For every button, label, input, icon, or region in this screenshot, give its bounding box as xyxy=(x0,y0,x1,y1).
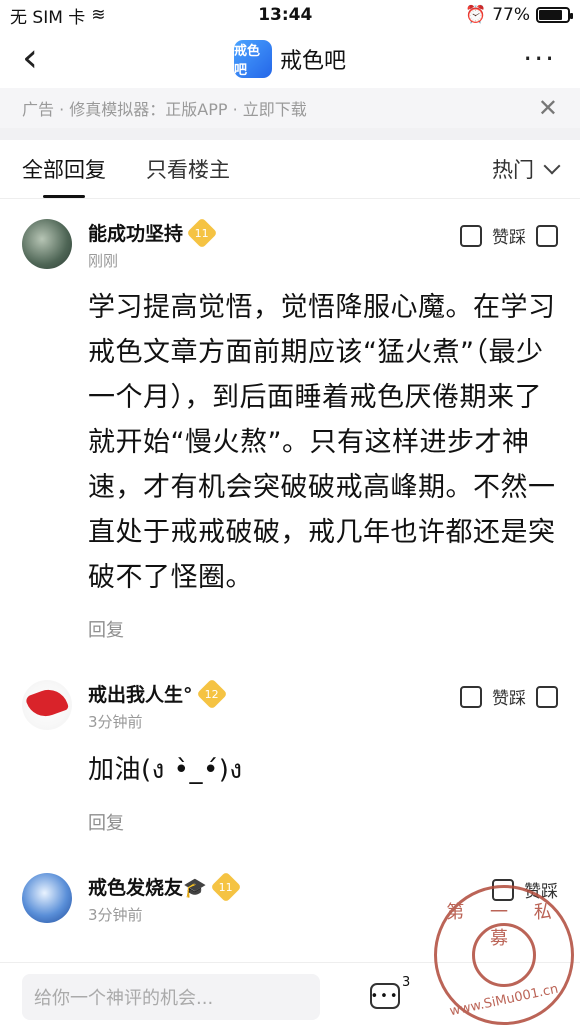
back-icon[interactable]: ‹ xyxy=(22,38,38,78)
level-badge: 11 xyxy=(210,870,242,903)
thumbs-down-icon[interactable] xyxy=(536,685,558,708)
reply-button[interactable]: 回复 xyxy=(88,616,558,642)
comment-icon[interactable]: ••• xyxy=(370,983,400,1009)
ad-banner[interactable]: 广告 · 修真模拟器：正版APP · 立即下载 ✕ xyxy=(0,88,580,128)
battery-icon xyxy=(536,7,573,23)
reply-item: 能成功坚持 11 刚刚 赞踩 学习提高觉悟，觉悟降服心魔。在学习戒色文章方面前期… xyxy=(0,199,580,642)
author-name[interactable]: 戒色发烧友🎓 xyxy=(88,873,207,900)
more-icon[interactable]: ··· xyxy=(523,42,556,75)
author-name[interactable]: 能成功坚持 xyxy=(88,219,183,246)
reply-tabs: 全部回复 只看楼主 热门 xyxy=(0,140,580,199)
bar-logo[interactable]: 戒色吧 xyxy=(233,40,272,78)
alarm-icon: ⏰ xyxy=(465,5,487,25)
post-time: 3分钟前 xyxy=(88,713,143,731)
reply-item: 戒出我人生° 12 3分钟前 赞踩 加油(ง •̀_•́)ง 回复 xyxy=(0,642,580,835)
status-bar: 无 SIM 卡 ≋ 13:44 ⏰ 77% xyxy=(0,0,580,30)
level-badge: 12 xyxy=(195,677,228,710)
post-time: 3分钟前 xyxy=(88,906,143,924)
thumbs-up-icon[interactable] xyxy=(460,685,482,708)
level-badge: 11 xyxy=(186,216,218,249)
divider xyxy=(0,128,580,140)
comment-input[interactable]: 给你一个神评的机会... xyxy=(22,974,320,1020)
tab-all-replies[interactable]: 全部回复 xyxy=(22,140,106,198)
avatar[interactable] xyxy=(22,873,72,923)
chevron-down-icon xyxy=(543,157,561,175)
wifi-icon: ≋ xyxy=(91,5,106,25)
vote-label: 赞踩 xyxy=(492,689,526,709)
ad-text[interactable]: 广告 · 修真模拟器：正版APP · 立即下载 xyxy=(22,96,307,120)
avatar[interactable] xyxy=(22,219,72,269)
post-time: 刚刚 xyxy=(88,252,119,270)
reply-content: 加油(ง •̀_•́)ง xyxy=(88,755,243,785)
battery-percent: 77% xyxy=(492,5,530,25)
thumbs-up-icon[interactable] xyxy=(460,224,482,247)
thumbs-down-icon[interactable] xyxy=(536,224,558,247)
close-icon[interactable]: ✕ xyxy=(538,94,558,122)
tab-op-only[interactable]: 只看楼主 xyxy=(146,140,230,198)
page-title[interactable]: 戒色吧 xyxy=(280,43,346,75)
sort-dropdown[interactable]: 热门 xyxy=(492,154,561,184)
carrier-label: 无 SIM 卡 xyxy=(10,7,86,28)
watermark-seal: 第 一 私 募 www.SiMu001.cn xyxy=(434,885,574,1025)
author-name[interactable]: 戒出我人生° xyxy=(88,680,193,707)
avatar[interactable] xyxy=(22,680,72,730)
vote-label: 赞踩 xyxy=(492,228,526,248)
nav-bar: ‹ 戒色吧 戒色吧 ··· xyxy=(0,30,580,88)
comment-count: 3 xyxy=(402,975,411,990)
sort-label: 热门 xyxy=(492,158,534,182)
watermark-top-text: 第 一 私 募 xyxy=(446,902,562,949)
clock: 13:44 xyxy=(258,5,313,25)
reply-content: 学习提高觉悟，觉悟降服心魔。在学习戒色文章方面前期应该“猛火煮”（最少一个月），… xyxy=(88,292,556,593)
reply-button[interactable]: 回复 xyxy=(88,809,558,835)
